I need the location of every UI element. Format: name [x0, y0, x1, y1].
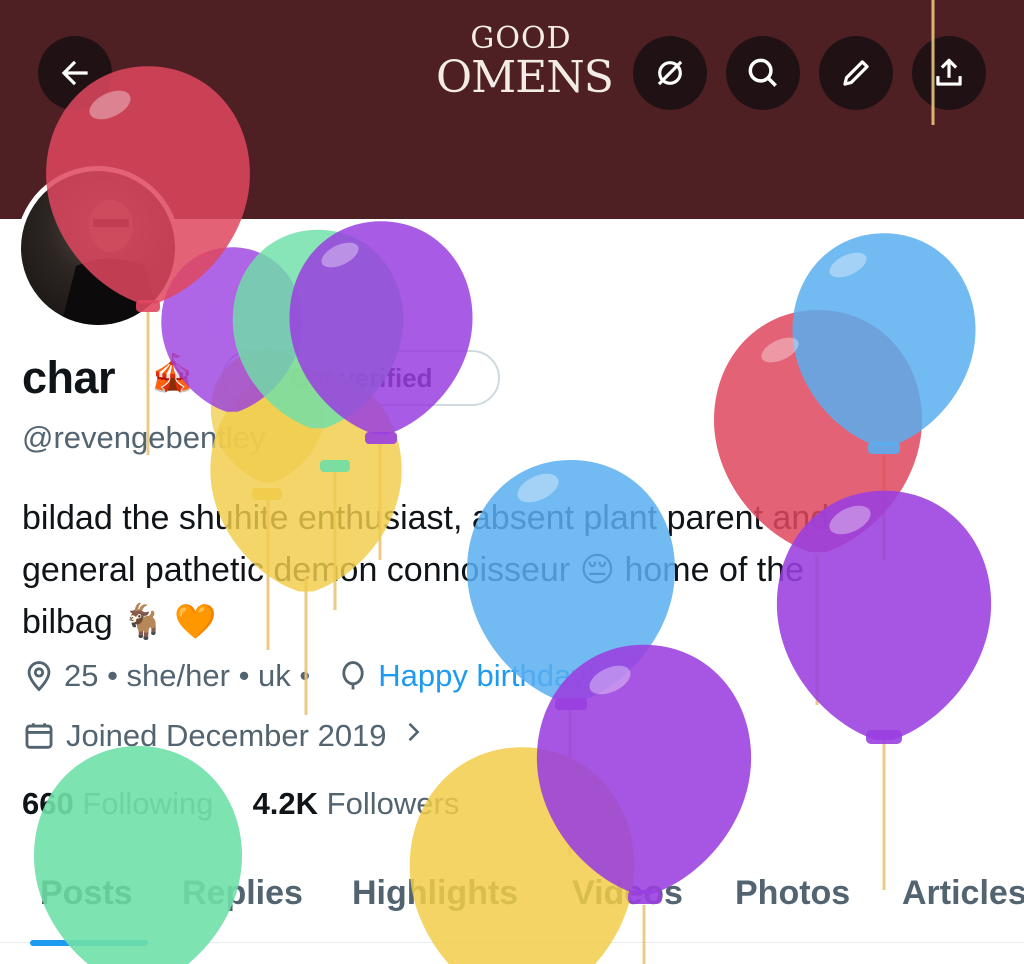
bio-line: bildad the shuhite enthusiast, absent pl… [22, 499, 830, 537]
meta-text: 25 • she/her • uk • [64, 658, 311, 693]
arrow-left-icon [61, 60, 88, 86]
profile-meta: 25 • she/her • uk • Happy birthday! [22, 658, 595, 694]
tab-videos[interactable]: Videos [572, 874, 683, 913]
circus-tent-emoji: 🎪 [150, 352, 195, 393]
bio-line: bilbag 🐐 🧡 [22, 603, 217, 641]
share-button[interactable] [912, 36, 986, 110]
get-verified-button[interactable]: Get verified [222, 350, 500, 406]
following-label: Following [82, 786, 214, 821]
tab-articles[interactable]: Articles [902, 874, 1024, 913]
unmute-button[interactable] [633, 36, 707, 110]
tab-posts[interactable]: Posts [40, 874, 133, 913]
following-link[interactable]: 660 Following [22, 786, 213, 821]
tab-replies[interactable]: Replies [182, 874, 303, 913]
logo-line-2: OMENS [436, 52, 614, 103]
avatar[interactable] [16, 166, 180, 330]
active-tab-indicator [30, 940, 148, 946]
get-verified-label: Get verified [289, 362, 433, 393]
followers-link[interactable]: 4.2K Followers [253, 786, 460, 821]
good-omens-logo: GOOD OMENS [436, 21, 614, 103]
bio-line: general pathetic demon connoisseur 😔 hom… [22, 551, 805, 589]
edit-icon [843, 60, 869, 86]
location-pin-icon [22, 659, 56, 693]
search-icon [748, 58, 777, 87]
birthday-link[interactable]: Happy birthday! [378, 658, 595, 694]
logo-line-1: GOOD [470, 21, 572, 56]
tab-highlights[interactable]: Highlights [352, 874, 518, 913]
followers-count: 4.2K [252, 786, 319, 821]
display-name: char [22, 352, 116, 403]
avatar-image [21, 171, 175, 325]
follow-counts: 660 Following 4.2K Followers [22, 786, 459, 822]
profile-tabs: Posts Replies Highlights Videos Photos A… [0, 862, 1024, 943]
following-count: 660 [22, 786, 74, 821]
unmute-icon [657, 60, 683, 86]
joined-date: Joined December 2019 [22, 718, 427, 754]
balloon-icon [336, 659, 370, 693]
chevron-right-icon[interactable] [399, 718, 427, 754]
calendar-icon [22, 719, 56, 753]
tab-photos[interactable]: Photos [735, 874, 850, 913]
share-icon [936, 58, 962, 86]
search-button[interactable] [726, 36, 800, 110]
edit-button[interactable] [819, 36, 893, 110]
user-handle: @revengebentley [22, 420, 266, 455]
bio: bildad the shuhite enthusiast, absent pl… [22, 492, 1012, 648]
followers-label: Followers [326, 786, 460, 821]
back-button[interactable] [38, 36, 112, 110]
joined-text: Joined December 2019 [66, 718, 387, 753]
